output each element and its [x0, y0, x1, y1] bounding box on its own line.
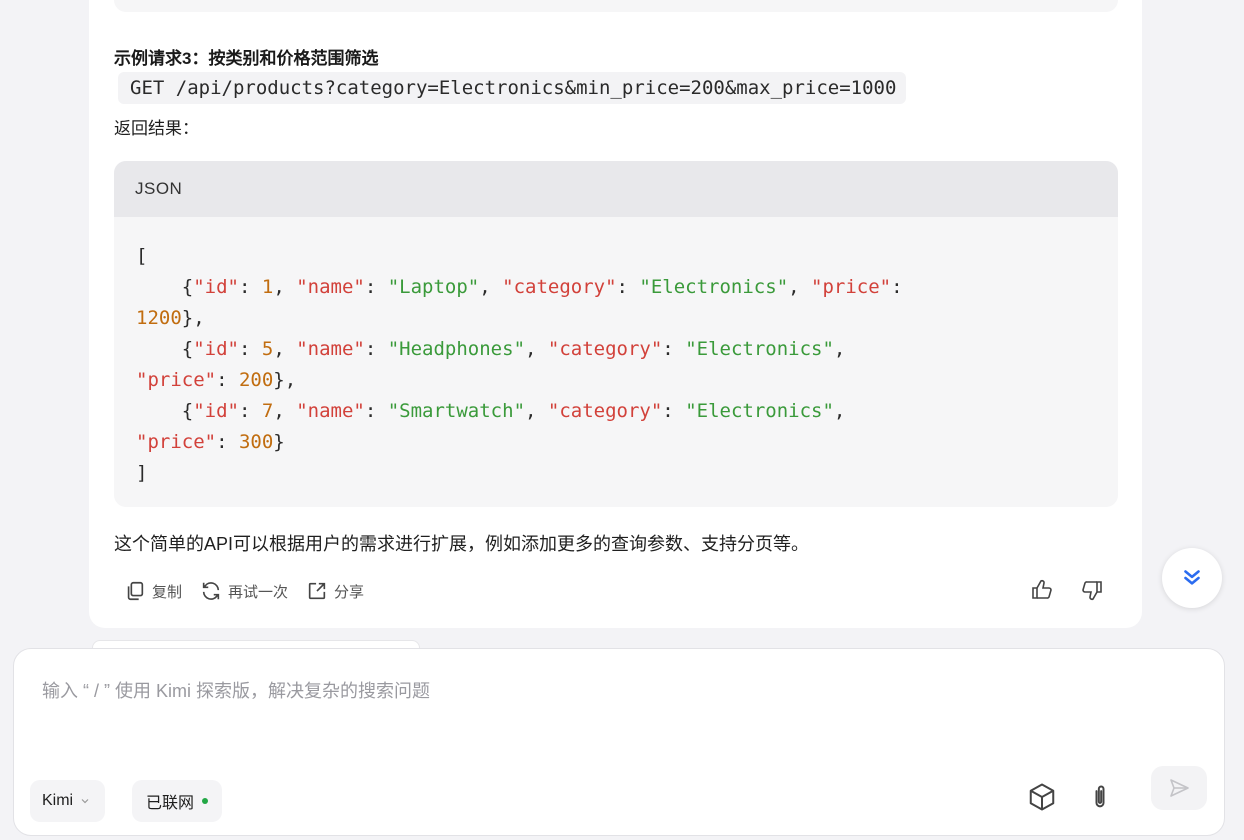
retry-button[interactable]: 再试一次 [200, 580, 288, 602]
chat-page: 示例请求3：按类别和价格范围筛选 GET /api/products?categ… [0, 0, 1244, 840]
code-line: ] [136, 458, 1096, 489]
code-token: "name" [296, 276, 365, 298]
code-line: "price": 300} [136, 427, 1096, 458]
message-footer-text: 这个简单的API可以根据用户的需求进行扩展，例如添加更多的查询参数、支持分页等。 [114, 534, 810, 554]
code-token: : [238, 276, 262, 298]
request-heading: 示例请求3：按类别和价格范围筛选 [114, 49, 379, 68]
code-token: { [136, 276, 194, 298]
code-token: 1200 [136, 307, 182, 329]
code-token: }, [181, 307, 205, 329]
code-token: : [238, 338, 262, 360]
share-icon [308, 582, 326, 600]
code-token: } [273, 431, 285, 453]
retry-label: 再试一次 [228, 583, 289, 601]
code-token: { [136, 400, 194, 422]
code-token: ] [136, 462, 148, 484]
code-token: , [788, 276, 812, 298]
copy-icon [127, 581, 144, 601]
chevron-down-icon [81, 799, 89, 804]
code-token: , [273, 338, 297, 360]
code-token: "name" [296, 338, 365, 360]
thumbs-up-icon[interactable] [1030, 578, 1054, 602]
code-token: "category" [547, 400, 663, 422]
code-token: "Electronics" [685, 400, 834, 422]
code-token: : [662, 338, 686, 360]
code-token: "Laptop" [387, 276, 480, 298]
code-token: : [238, 400, 262, 422]
code-token: : [891, 276, 903, 298]
code-content: [ {"id": 1, "name": "Laptop", "category"… [114, 217, 1118, 489]
previous-code-block-edge [114, 0, 1118, 12]
code-token: , [525, 400, 548, 422]
code-line: "price": 200}, [136, 365, 1096, 396]
cube-button[interactable] [1022, 777, 1062, 817]
chat-input-box[interactable]: 输入 “ / ” 使用 Kimi 探索版，解决复杂的搜索问题 Kimi 已联网 [13, 648, 1225, 836]
model-select[interactable]: Kimi [30, 780, 106, 822]
code-token: "id" [193, 276, 239, 298]
code-token: : [364, 400, 388, 422]
code-line: 1200}, [136, 303, 1096, 334]
code-token: "category" [502, 276, 617, 298]
code-token: 300 [238, 431, 274, 453]
share-button[interactable]: 分享 [306, 580, 364, 602]
code-token: "price" [811, 276, 892, 298]
thumbs-down-icon[interactable] [1080, 578, 1104, 602]
code-line: [ [136, 241, 1096, 272]
paperclip-icon [1095, 785, 1105, 808]
code-token: : [216, 369, 239, 391]
code-token: : [216, 431, 239, 453]
code-token: , [525, 338, 548, 360]
code-line: {"id": 1, "name": "Laptop", "category": … [136, 272, 1096, 303]
code-token: : [364, 338, 388, 360]
share-label: 分享 [334, 583, 365, 601]
code-token: , [833, 400, 846, 422]
copy-label: 复制 [152, 583, 183, 601]
code-token: "category" [547, 338, 663, 360]
code-token: [ [136, 245, 148, 267]
code-token: : [616, 276, 640, 298]
code-token: "Electronics" [685, 338, 834, 360]
network-label: 已联网 [146, 795, 195, 812]
code-token: "Smartwatch" [387, 400, 526, 422]
send-button[interactable] [1151, 766, 1207, 810]
refresh-icon [202, 582, 220, 600]
online-dot-icon [202, 798, 209, 804]
scroll-to-bottom-button[interactable] [1162, 548, 1222, 608]
message-actions: 复制 再试一次 分享 [124, 580, 364, 602]
code-token: , [273, 276, 297, 298]
code-token: , [479, 276, 503, 298]
code-language-label: JSON [114, 161, 1118, 217]
code-token: 7 [261, 400, 274, 422]
code-line: {"id": 5, "name": "Headphones", "categor… [136, 334, 1096, 365]
cube-icon [1029, 783, 1055, 811]
json-code-block: JSON [ {"id": 1, "name": "Laptop", "cate… [114, 161, 1118, 507]
code-token: "Electronics" [639, 276, 789, 298]
code-token: : [662, 400, 686, 422]
code-line: {"id": 7, "name": "Smartwatch", "categor… [136, 396, 1096, 427]
code-token: "id" [193, 400, 239, 422]
code-token: : [364, 276, 388, 298]
code-token: , [273, 400, 297, 422]
double-chevron-down-icon [1184, 570, 1200, 585]
code-token: 200 [238, 369, 274, 391]
send-icon [1170, 779, 1189, 797]
code-token: "price" [136, 369, 217, 391]
code-token: { [136, 338, 194, 360]
code-token: }, [273, 369, 297, 391]
code-token: "id" [193, 338, 239, 360]
code-token: "price" [136, 431, 217, 453]
code-token: , [833, 338, 846, 360]
copy-button[interactable]: 复制 [124, 580, 182, 602]
attach-button[interactable] [1080, 777, 1120, 817]
chat-input-placeholder[interactable]: 输入 “ / ” 使用 Kimi 探索版，解决复杂的搜索问题 [42, 677, 430, 703]
feedback-buttons [1030, 578, 1104, 602]
network-toggle[interactable]: 已联网 [132, 780, 223, 822]
code-token: 5 [261, 338, 274, 360]
code-token: 1 [261, 276, 274, 298]
result-label: 返回结果： [114, 119, 199, 138]
request-inline-code: GET /api/products?category=Electronics&m… [118, 72, 907, 104]
code-token: "name" [296, 400, 365, 422]
code-token: "Headphones" [387, 338, 526, 360]
model-label: Kimi [42, 792, 74, 809]
